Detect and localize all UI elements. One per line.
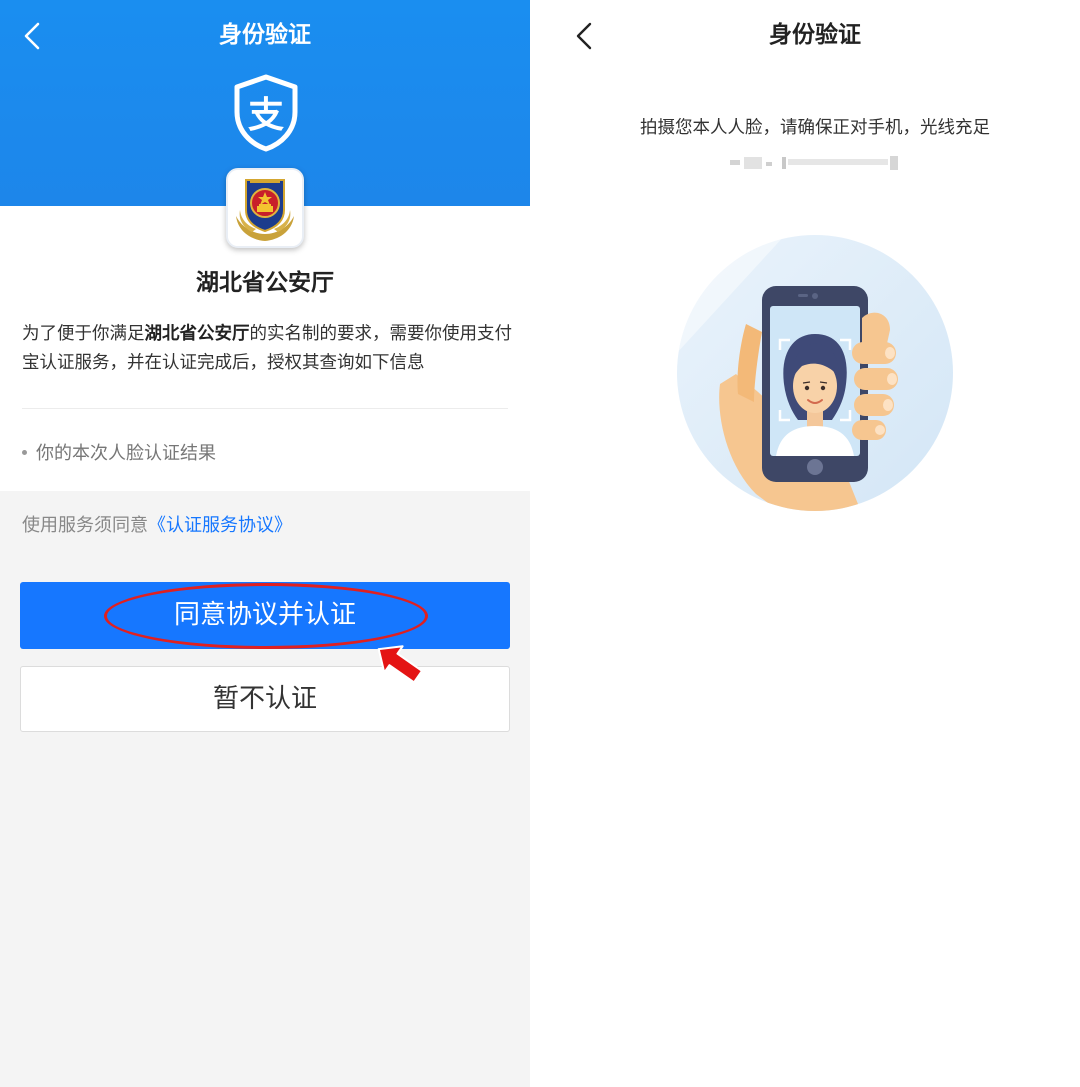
org-name: 湖北省公安厅	[196, 270, 334, 296]
agreement-line: 使用服务须同意《认证服务协议》	[22, 512, 292, 540]
bullet-icon	[22, 449, 27, 455]
alipay-shield-icon: 支	[234, 74, 298, 152]
svg-text:支: 支	[248, 95, 284, 136]
agree-and-verify-button[interactable]: 同意协议并认证	[20, 582, 510, 649]
instruction-text: 拍摄您本人人脸，请确保正对手机，光线充足	[640, 118, 990, 138]
description-org: 湖北省公安厅	[144, 324, 250, 344]
page-title: 身份验证	[219, 22, 311, 48]
police-emblem-icon	[226, 168, 304, 248]
agreement-prefix: 使用服务须同意	[22, 515, 148, 536]
left-screen: 身份验证 支 湖北省公安厅 为了便于你满足湖北省公安厅的实名制的要求，需要你使用…	[0, 0, 530, 1087]
masked-name-placeholder	[730, 156, 898, 170]
page-title: 身份验证	[769, 22, 861, 48]
description-text: 为了便于你满足湖北省公安厅的实名制的要求，需要你使用支付宝认证服务，并在认证完成…	[22, 320, 514, 378]
info-item-label: 你的本次人脸认证结果	[36, 443, 216, 464]
agreement-link[interactable]: 《认证服务协议》	[148, 515, 292, 536]
right-screen: 身份验证 拍摄您本人人脸，请确保正对手机，光线充足	[550, 0, 1080, 1087]
list-item: 你的本次人脸认证结果	[22, 440, 216, 468]
description-part: 为了便于你满足	[22, 324, 145, 344]
face-scan-phone-illustration	[677, 235, 953, 511]
skip-verify-button[interactable]: 暂不认证	[20, 666, 510, 732]
divider-gap	[530, 0, 550, 1087]
divider	[22, 408, 508, 409]
